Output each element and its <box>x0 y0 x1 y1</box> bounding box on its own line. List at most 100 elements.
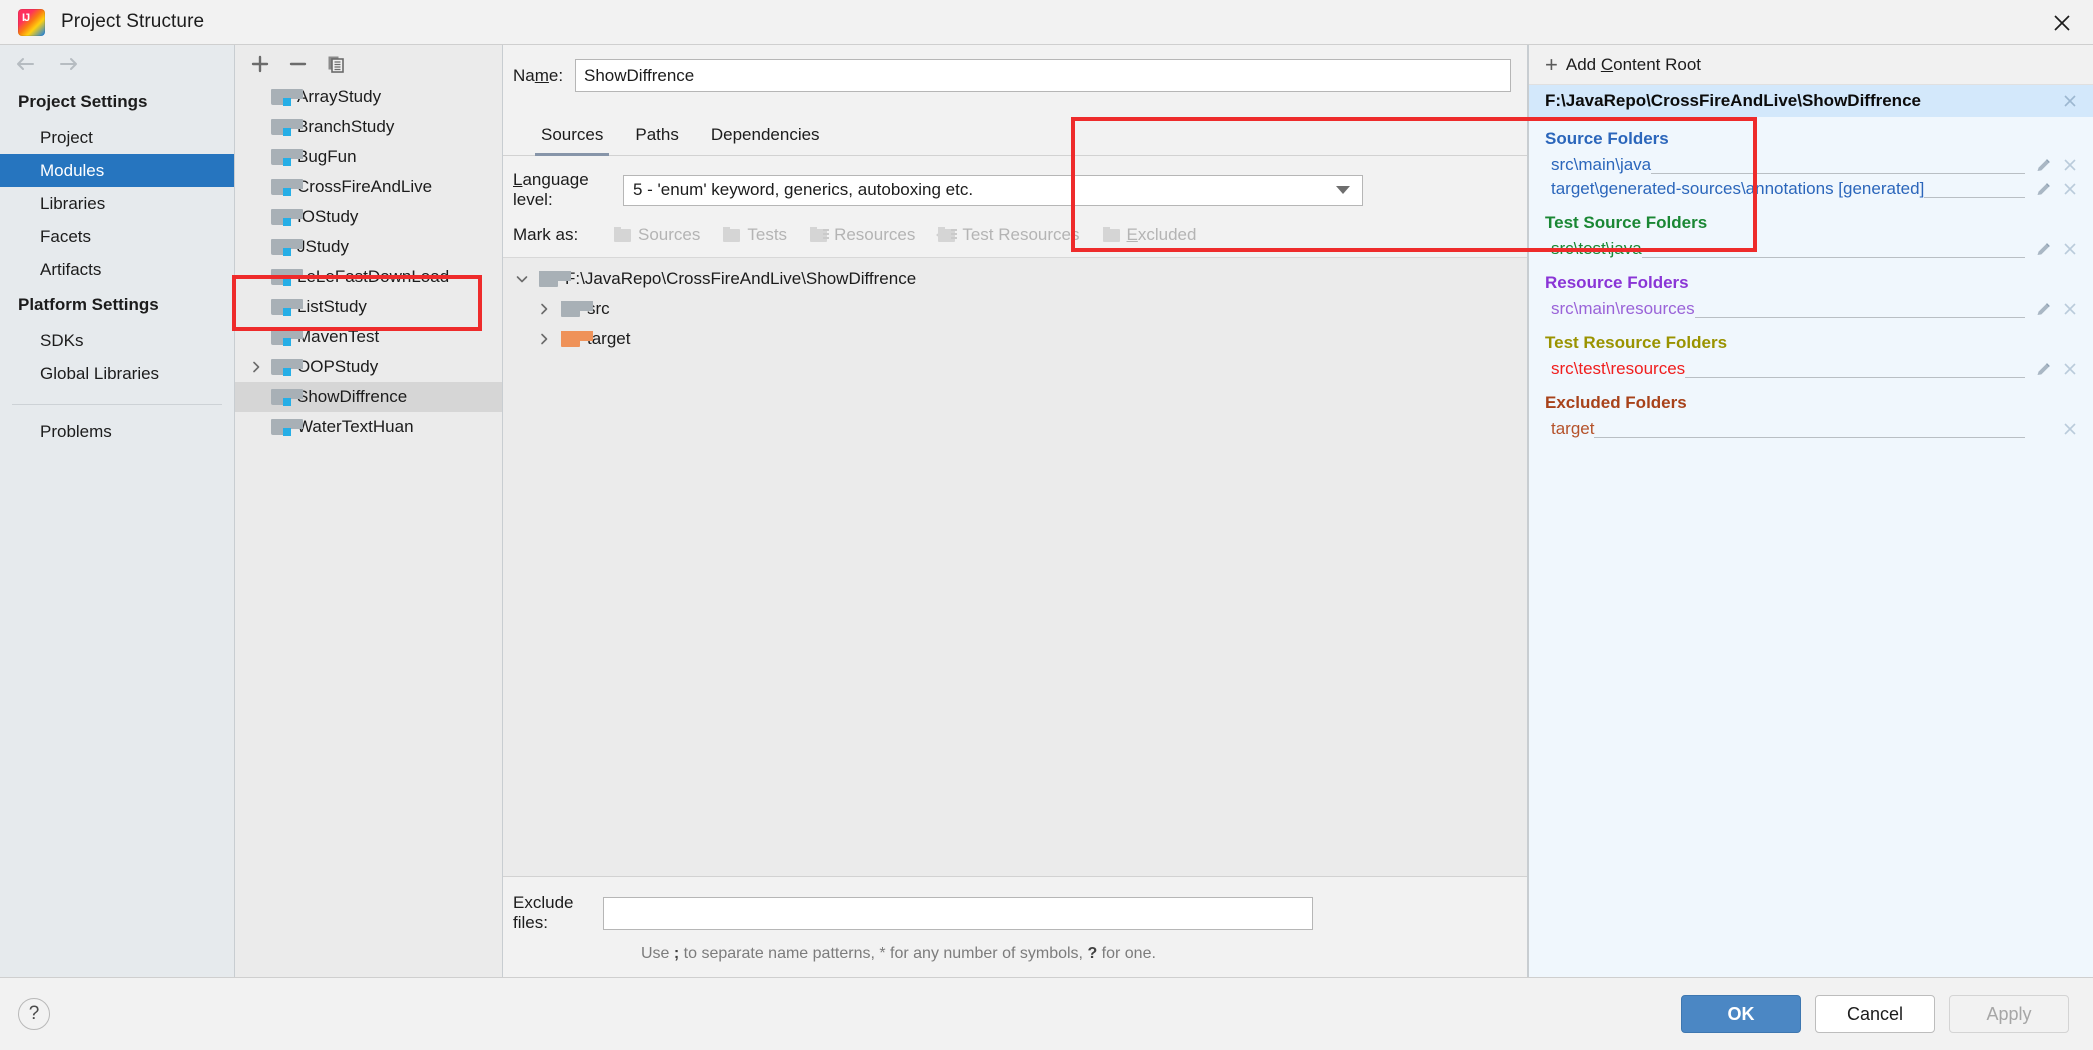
content-root-header[interactable]: F:\JavaRepo\CrossFireAndLive\ShowDiffren… <box>1529 85 2093 117</box>
tree-row-src[interactable]: src <box>503 294 1527 324</box>
chevron-down-icon[interactable] <box>509 272 535 286</box>
test-resource-folder-path: src\test\resources <box>1551 359 1686 378</box>
module-row-crossfireandlive[interactable]: CrossFireAndLive <box>235 172 502 202</box>
source-folder-entry[interactable]: target\generated-sources\annotations [ge… <box>1529 177 2093 201</box>
footer-buttons: OK Cancel Apply <box>1681 995 2069 1033</box>
chevron-right-icon[interactable] <box>531 332 557 346</box>
module-label: BugFun <box>297 147 357 166</box>
module-row-lelefastdownload[interactable]: LeLeFastDownLoad <box>235 262 502 292</box>
source-folder-entry[interactable]: src\main\java <box>1529 153 2093 177</box>
arrow-left-icon[interactable] <box>10 49 40 79</box>
excluded-folder-path: target <box>1551 419 1595 438</box>
sidebar-item-global-libraries[interactable]: Global Libraries <box>0 357 234 390</box>
exclude-files-area: Exclude files: Use ; to separate name pa… <box>503 876 1527 977</box>
mark-as-sources-label: Sources <box>638 225 701 244</box>
group-source-folders: Source Folders src\main\java target\gene… <box>1529 117 2093 201</box>
tab-dependencies[interactable]: Dependencies <box>695 125 836 155</box>
dialog-footer: ? OK Cancel Apply <box>0 977 2093 1050</box>
modules-list-panel: ArrayStudy BranchStudy BugFun CrossFireA… <box>235 45 503 977</box>
entry-underline <box>1594 436 2025 438</box>
arrow-right-icon[interactable] <box>54 49 84 79</box>
remove-icon[interactable] <box>2061 300 2079 318</box>
module-row-liststudy[interactable]: ListStudy <box>235 292 502 322</box>
excluded-folder-entry[interactable]: target <box>1529 417 2093 441</box>
add-content-root-button[interactable]: + Add Content Root <box>1529 45 2093 85</box>
content-root-path: F:\JavaRepo\CrossFireAndLive\ShowDiffren… <box>1545 91 1921 110</box>
language-level-value: 5 - 'enum' keyword, generics, autoboxing… <box>633 180 974 199</box>
remove-icon[interactable] <box>2061 360 2079 378</box>
test-resource-folder-entry[interactable]: src\test\resources <box>1529 357 2093 381</box>
module-row-watertexthuan[interactable]: WaterTextHuan <box>235 412 502 442</box>
minus-icon[interactable] <box>279 48 317 80</box>
tree-twisty-placeholder <box>245 116 267 138</box>
module-row-bugfun[interactable]: BugFun <box>235 142 502 172</box>
language-level-row: Language level: 5 - 'enum' keyword, gene… <box>503 156 1527 210</box>
remove-icon[interactable] <box>2061 180 2079 198</box>
sidebar-item-libraries[interactable]: Libraries <box>0 187 234 220</box>
mark-as-tests-button[interactable]: Tests <box>722 225 787 245</box>
sidebar-item-sdks[interactable]: SDKs <box>0 324 234 357</box>
group-title-excluded-folders: Excluded Folders <box>1545 393 1687 412</box>
close-icon[interactable] <box>2031 0 2093 45</box>
mark-as-test-resources-button[interactable]: Test Resources <box>936 225 1080 245</box>
copy-icon[interactable] <box>317 48 355 80</box>
edit-icon[interactable] <box>2033 181 2053 198</box>
sidebar-item-problems[interactable]: Problems <box>0 415 234 448</box>
mark-as-excluded-button[interactable]: Excluded <box>1102 225 1196 245</box>
edit-icon[interactable] <box>2033 241 2053 258</box>
ok-button[interactable]: OK <box>1681 995 1801 1033</box>
mark-as-sources-button[interactable]: Sources <box>613 225 700 245</box>
module-row-arraystudy[interactable]: ArrayStudy <box>235 82 502 112</box>
edit-icon[interactable] <box>2033 301 2053 318</box>
exclude-files-row: Exclude files: <box>513 893 1511 933</box>
entry-underline <box>1651 172 2025 174</box>
tree-row-content-root[interactable]: F:\JavaRepo\CrossFireAndLive\ShowDiffren… <box>503 264 1527 294</box>
exclude-files-input[interactable] <box>603 896 1313 930</box>
edit-icon[interactable] <box>2033 157 2053 174</box>
module-label: OOPStudy <box>297 357 379 376</box>
help-icon[interactable]: ? <box>18 998 50 1030</box>
group-test-resource-folders: Test Resource Folders src\test\resources <box>1529 321 2093 381</box>
tab-sources[interactable]: Sources <box>525 125 619 156</box>
sidebar-item-modules[interactable]: Modules <box>0 154 234 187</box>
module-folder-icon <box>267 119 303 136</box>
remove-content-root-icon[interactable] <box>2061 92 2079 110</box>
language-level-combobox[interactable]: 5 - 'enum' keyword, generics, autoboxing… <box>623 174 1363 206</box>
module-row-maventest[interactable]: MavenTest <box>235 322 502 352</box>
module-row-iostudy[interactable]: IOStudy <box>235 202 502 232</box>
module-row-oopstudy[interactable]: OOPStudy <box>235 352 502 382</box>
module-row-showdiffrence[interactable]: ShowDiffrence <box>235 382 502 412</box>
tree-twisty-placeholder <box>245 176 267 198</box>
tab-paths[interactable]: Paths <box>619 125 694 155</box>
chevron-right-icon[interactable] <box>531 302 557 316</box>
hint-question: ? <box>1087 945 1098 962</box>
remove-icon[interactable] <box>2061 156 2079 174</box>
apply-button: Apply <box>1949 995 2069 1033</box>
tree-row-target[interactable]: target <box>503 324 1527 354</box>
test-source-folder-entry[interactable]: src\test\java <box>1529 237 2093 261</box>
folder-excluded-icon <box>557 331 593 347</box>
remove-icon[interactable] <box>2061 420 2079 438</box>
tree-twisty-placeholder <box>245 326 267 348</box>
remove-icon[interactable] <box>2061 240 2079 258</box>
mark-as-resources-button[interactable]: Resources <box>809 225 915 245</box>
plus-icon[interactable] <box>241 48 279 80</box>
sidebar-item-facets[interactable]: Facets <box>0 220 234 253</box>
cancel-button[interactable]: Cancel <box>1815 995 1935 1033</box>
resource-folder-entry[interactable]: src\main\resources <box>1529 297 2093 321</box>
module-label: ArrayStudy <box>297 87 382 106</box>
module-row-branchstudy[interactable]: BranchStudy <box>235 112 502 142</box>
module-row-jstudy[interactable]: JStudy <box>235 232 502 262</box>
group-resource-folders: Resource Folders src\main\resources <box>1529 261 2093 321</box>
sidebar-item-artifacts[interactable]: Artifacts <box>0 253 234 286</box>
module-folder-icon <box>267 419 303 436</box>
project-structure-dialog: Project Structure Project Settings Proje… <box>0 0 2093 1050</box>
edit-icon[interactable] <box>2033 361 2053 378</box>
chevron-right-icon[interactable] <box>245 356 267 378</box>
content-root-tree[interactable]: F:\JavaRepo\CrossFireAndLive\ShowDiffren… <box>503 257 1527 876</box>
modules-list[interactable]: ArrayStudy BranchStudy BugFun CrossFireA… <box>235 82 502 977</box>
module-label: CrossFireAndLive <box>297 177 433 196</box>
exclude-files-hint: Use ; to separate name patterns, * for a… <box>513 945 1511 963</box>
sidebar-item-project[interactable]: Project <box>0 121 234 154</box>
module-name-input[interactable] <box>575 59 1511 92</box>
